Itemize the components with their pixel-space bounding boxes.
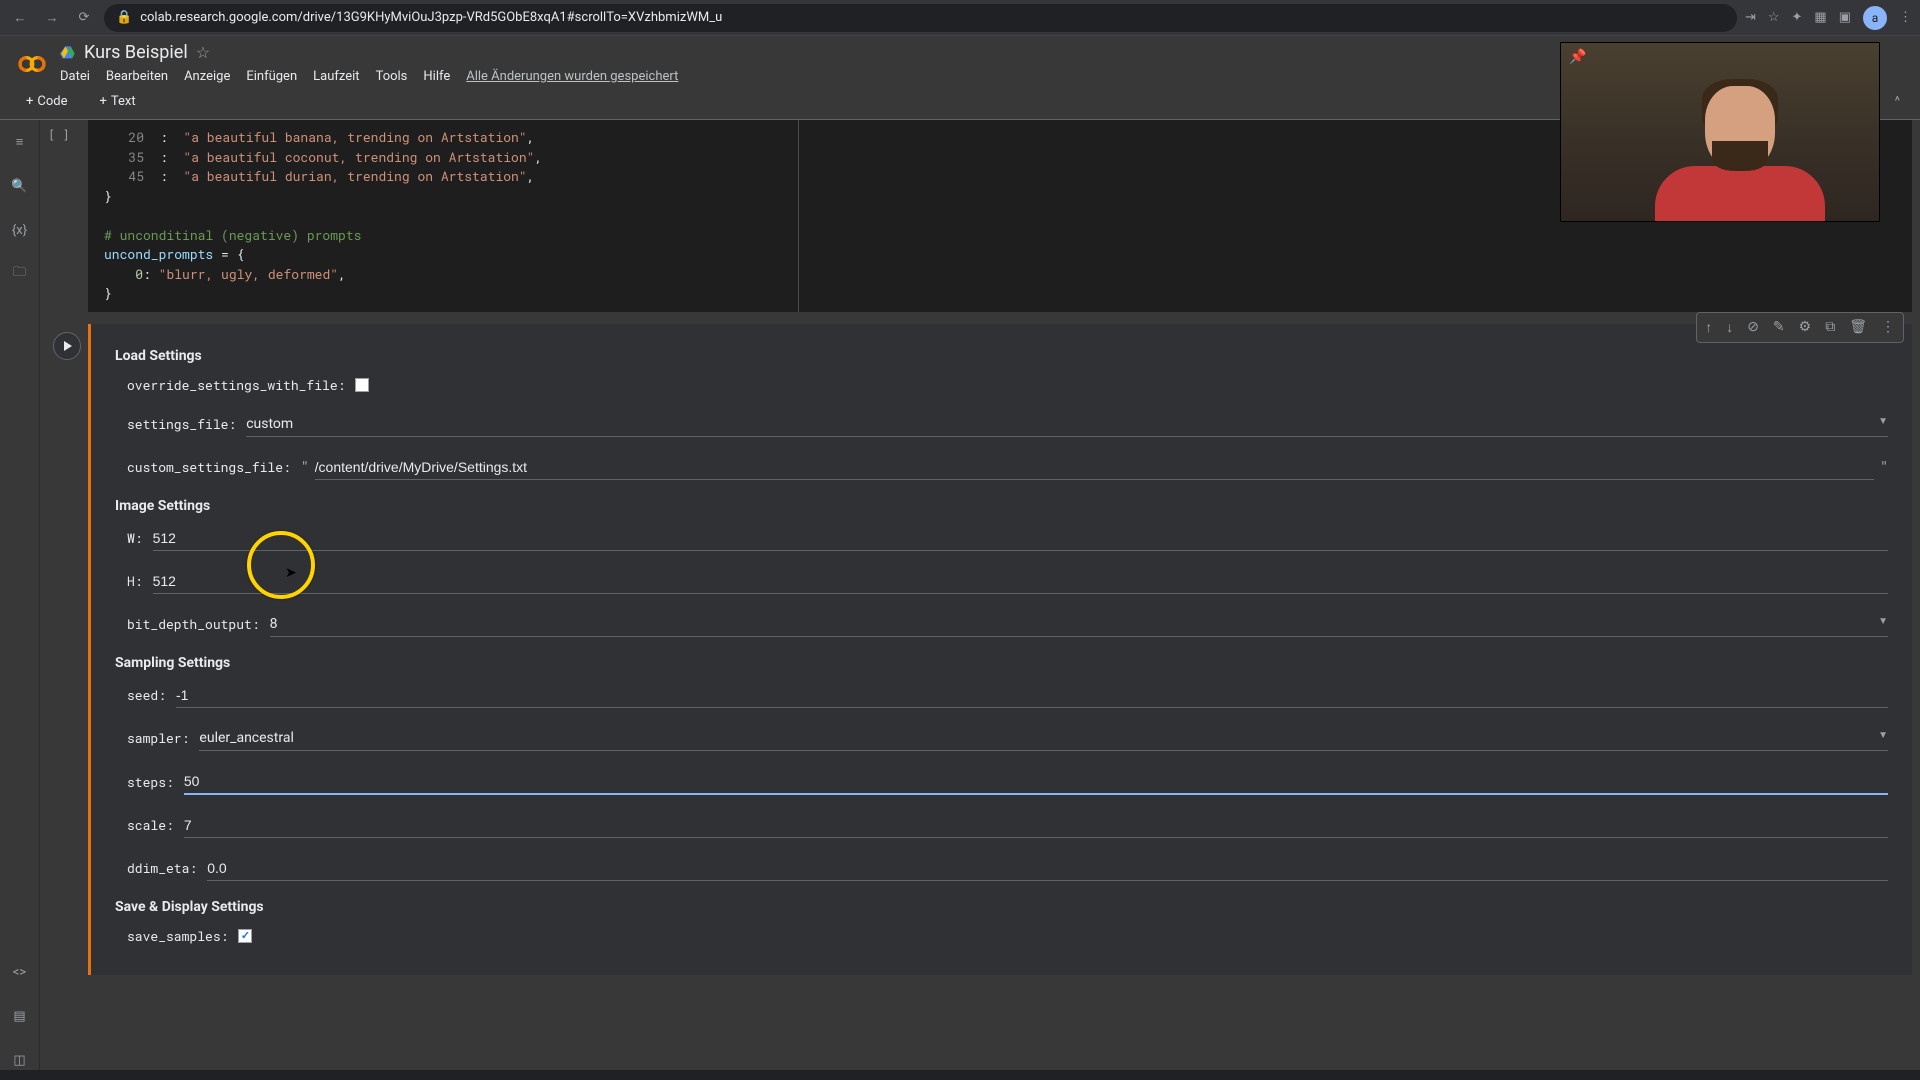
sampler-value: euler_ancestral xyxy=(199,730,293,746)
override-checkbox[interactable] xyxy=(355,378,369,392)
save-display-title: Save & Display Settings xyxy=(115,899,1888,915)
menu-help[interactable]: Hilfe xyxy=(423,69,450,84)
add-text-button[interactable]: + Text xyxy=(90,90,146,113)
chrome-menu-icon[interactable]: ⋮ xyxy=(1899,10,1912,25)
profile-avatar[interactable]: a xyxy=(1863,6,1887,30)
bit-depth-value: 8 xyxy=(270,616,278,632)
reload-button[interactable]: ⟳ xyxy=(72,6,96,30)
settings-file-label: settings_file: xyxy=(127,415,236,433)
custom-file-input[interactable] xyxy=(315,455,1875,480)
ddim-eta-label: ddim_eta: xyxy=(127,859,197,877)
w-input[interactable] xyxy=(153,526,1888,551)
browser-chrome: ← → ⟳ 🔒 colab.research.google.com/drive/… xyxy=(0,0,1920,36)
plus-icon: + xyxy=(26,94,33,109)
share-icon[interactable]: ⇥ xyxy=(1745,10,1756,25)
pin-icon: 📌 xyxy=(1569,49,1586,65)
cell-toolbar: ↑ ↓ ⊘ ✎ ⚙ ⧉ 🗑 ⋮ xyxy=(1696,312,1904,343)
sampler-select[interactable]: euler_ancestral ▼ xyxy=(199,726,1888,751)
bit-depth-select[interactable]: 8 ▼ xyxy=(270,612,1888,637)
steps-input[interactable] xyxy=(184,769,1888,795)
menu-edit[interactable]: Bearbeiten xyxy=(106,69,168,84)
settings-file-select[interactable]: custom ▼ xyxy=(246,412,1888,437)
menu-runtime[interactable]: Laufzeit xyxy=(313,69,359,84)
chevron-down-icon: ▼ xyxy=(1878,416,1888,432)
override-label: override_settings_with_file: xyxy=(127,376,345,394)
custom-file-label: custom_settings_file: xyxy=(127,458,291,476)
more-icon[interactable]: ⋮ xyxy=(1875,315,1901,340)
code-snippets-icon[interactable]: <> xyxy=(10,962,30,982)
scale-input[interactable] xyxy=(184,813,1888,838)
run-cell-button[interactable] xyxy=(53,332,81,360)
menu-file[interactable]: Datei xyxy=(60,69,90,84)
panel-icon[interactable]: ▣ xyxy=(1839,10,1851,25)
lock-icon: 🔒 xyxy=(116,10,132,25)
quote-close: " xyxy=(1880,460,1888,475)
drive-icon xyxy=(60,45,76,61)
save-samples-checkbox[interactable] xyxy=(238,929,252,943)
document-title[interactable]: Kurs Beispiel xyxy=(84,42,188,63)
scale-label: scale: xyxy=(127,816,174,834)
plus-icon: + xyxy=(100,94,107,109)
load-settings-title: Load Settings xyxy=(115,348,1888,364)
webcam-overlay: 📌 xyxy=(1560,42,1880,222)
image-settings-title: Image Settings xyxy=(115,498,1888,514)
w-label: W: xyxy=(127,529,143,547)
menu-view[interactable]: Anzeige xyxy=(184,69,230,84)
code-split-divider[interactable] xyxy=(798,120,799,312)
steps-label: steps: xyxy=(127,773,174,791)
seed-label: seed: xyxy=(127,686,166,704)
variables-icon[interactable]: {x} xyxy=(10,220,30,240)
quote-open: " xyxy=(301,460,309,475)
form-cell: ↑ ↓ ⊘ ✎ ⚙ ⧉ 🗑 ⋮ Load Settings override_s… xyxy=(88,324,1912,975)
search-icon[interactable]: 🔍 xyxy=(10,176,30,196)
terminal-icon[interactable]: ▤ xyxy=(10,1006,30,1026)
chevron-down-icon: ▼ xyxy=(1878,616,1888,632)
h-input[interactable] xyxy=(153,569,1888,594)
menu-insert[interactable]: Einfügen xyxy=(246,69,297,84)
h-label: H: xyxy=(127,572,143,590)
extensions-icon[interactable]: ✦ xyxy=(1792,10,1803,25)
menu-tools[interactable]: Tools xyxy=(376,69,408,84)
grid-icon[interactable]: ▦ xyxy=(1814,10,1826,25)
move-up-icon[interactable]: ↑ xyxy=(1699,315,1718,340)
seed-input[interactable] xyxy=(176,683,1888,708)
add-code-label: Code xyxy=(37,94,67,109)
settings-file-value: custom xyxy=(246,416,293,432)
toc-icon[interactable]: ≡ xyxy=(10,132,30,152)
star-icon[interactable]: ☆ xyxy=(1768,10,1780,25)
save-status[interactable]: Alle Änderungen wurden gespeichert xyxy=(466,69,678,84)
url-text: colab.research.google.com/drive/13G9KHyM… xyxy=(140,10,722,25)
link-icon[interactable]: ⊘ xyxy=(1741,315,1765,340)
comment-icon[interactable]: ✎ xyxy=(1767,315,1791,340)
ddim-eta-input[interactable] xyxy=(207,856,1888,881)
left-rail: ≡ 🔍 {x} 🗀 <> ▤ ◫ xyxy=(0,120,40,1070)
chevron-down-icon: ▼ xyxy=(1878,730,1888,746)
settings-icon[interactable]: ⚙ xyxy=(1793,315,1818,340)
collapse-icon[interactable]: ^ xyxy=(1891,90,1904,113)
forward-button[interactable]: → xyxy=(40,6,64,30)
mirror-icon[interactable]: ⧉ xyxy=(1819,315,1841,340)
url-bar[interactable]: 🔒 colab.research.google.com/drive/13G9KH… xyxy=(104,4,1737,32)
add-code-button[interactable]: + Code xyxy=(16,90,78,113)
bit-depth-label: bit_depth_output: xyxy=(127,615,260,633)
add-text-label: Text xyxy=(111,94,136,109)
star-document-icon[interactable]: ☆ xyxy=(196,43,210,62)
command-palette-icon[interactable]: ◫ xyxy=(10,1050,30,1070)
save-samples-label: save_samples: xyxy=(127,927,228,945)
cell-execution-indicator[interactable]: [ ] xyxy=(48,128,70,142)
notebook-area: [ ] 20: "a beautiful banana, trending on… xyxy=(40,120,1920,1070)
back-button[interactable]: ← xyxy=(8,6,32,30)
files-icon[interactable]: 🗀 xyxy=(10,264,30,284)
sampler-label: sampler: xyxy=(127,729,189,747)
move-down-icon[interactable]: ↓ xyxy=(1720,315,1739,340)
sampling-settings-title: Sampling Settings xyxy=(115,655,1888,671)
delete-icon[interactable]: 🗑 xyxy=(1843,315,1873,340)
colab-logo[interactable] xyxy=(16,48,48,80)
